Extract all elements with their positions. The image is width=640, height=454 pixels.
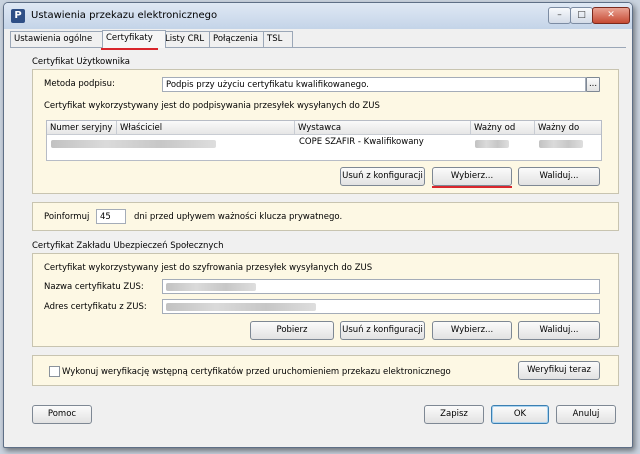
column-header-valid-to[interactable]: Ważny do	[535, 121, 601, 135]
redacted-valid-to	[539, 140, 583, 148]
notify-suffix-label: dni przed upływem ważności klucza prywat…	[134, 212, 343, 222]
zus-select-button[interactable]: Wybierz...	[432, 321, 512, 340]
column-header-issuer[interactable]: Wystawca	[295, 121, 471, 135]
signing-method-label: Metoda podpisu:	[44, 79, 115, 89]
tab-highlight-underline	[101, 48, 158, 50]
verify-now-button[interactable]: Weryfikuj teraz	[518, 361, 600, 380]
settings-dialog: P Ustawienia przekazu elektronicznego – …	[3, 2, 633, 448]
user-cert-description: Certyfikat wykorzystywany jest do podpis…	[44, 101, 380, 111]
zus-cert-address-label: Adres certyfikatu z ZUS:	[44, 302, 147, 312]
user-cert-group-label: Certyfikat Użytkownika	[32, 57, 130, 67]
save-button[interactable]: Zapisz	[424, 405, 484, 424]
redacted-zus-address	[166, 303, 316, 311]
column-header-serial[interactable]: Numer seryjny/	[47, 121, 121, 135]
user-cert-validate-button[interactable]: Waliduj...	[518, 167, 600, 186]
ok-button[interactable]: OK	[491, 405, 549, 424]
user-cert-table[interactable]: Numer seryjny/ Właściciel Wystawca Ważny…	[46, 120, 602, 161]
notify-prefix-label: Poinformuj	[44, 212, 90, 222]
maximize-button[interactable]: □	[570, 7, 593, 24]
zus-cert-group-label: Certyfikat Zakładu Ubezpieczeń Społeczny…	[32, 241, 224, 251]
zus-validate-button[interactable]: Waliduj...	[518, 321, 600, 340]
redacted-zus-name	[166, 283, 256, 291]
column-header-valid-from[interactable]: Ważny od	[471, 121, 535, 135]
column-header-owner[interactable]: Właściciel	[117, 121, 295, 135]
signing-method-field[interactable]: Podpis przy użyciu certyfikatu kwalifiko…	[162, 77, 586, 92]
tab-connections[interactable]: Połączenia	[209, 31, 268, 47]
select-button-highlight	[432, 186, 512, 188]
tab-tsl[interactable]: TSL	[263, 31, 293, 47]
verify-checkbox[interactable]	[49, 366, 60, 377]
title-bar[interactable]: P Ustawienia przekazu elektronicznego – …	[4, 3, 632, 29]
zus-fetch-button[interactable]: Pobierz	[250, 321, 334, 340]
zus-cert-name-label: Nazwa certyfikatu ZUS:	[44, 282, 144, 292]
help-button[interactable]: Pomoc	[32, 405, 92, 424]
tab-general[interactable]: Ustawienia ogólne	[10, 31, 104, 47]
cancel-button[interactable]: Anuluj	[556, 405, 616, 424]
redacted-valid-from	[475, 140, 509, 148]
tab-crl-lists[interactable]: Listy CRL	[161, 31, 214, 47]
close-button[interactable]: ✕	[592, 7, 630, 24]
user-cert-select-button[interactable]: Wybierz...	[432, 167, 512, 186]
notify-days-input[interactable]: 45	[96, 209, 126, 224]
zus-remove-button[interactable]: Usuń z konfiguracji	[340, 321, 425, 340]
user-cert-remove-button[interactable]: Usuń z konfiguracji	[340, 167, 425, 186]
redacted-serial-owner	[51, 140, 216, 148]
signing-method-browse-button[interactable]: ...	[586, 77, 600, 92]
app-icon: P	[11, 9, 25, 23]
verify-checkbox-label: Wykonuj weryfikację wstępną certyfikatów…	[62, 367, 451, 377]
zus-cert-description: Certyfikat wykorzystywany jest do szyfro…	[44, 263, 373, 273]
tab-certificates[interactable]: Certyfikaty	[102, 30, 166, 48]
minimize-button[interactable]: –	[548, 7, 571, 24]
cell-issuer: COPE SZAFIR - Kwalifikowany	[299, 137, 424, 147]
window-title: Ustawienia przekazu elektronicznego	[31, 10, 218, 21]
